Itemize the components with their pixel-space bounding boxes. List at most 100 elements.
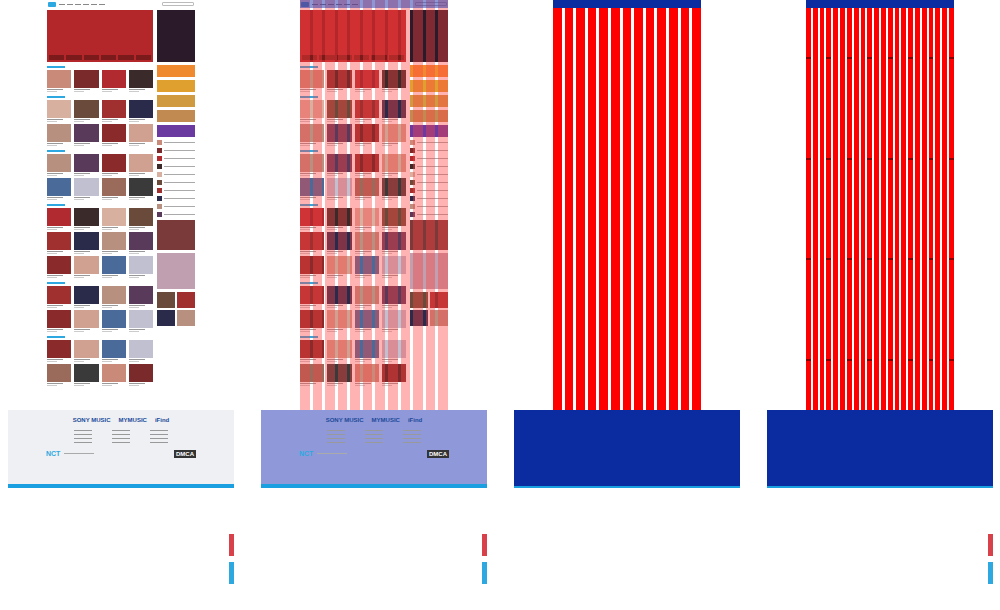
playlist-tile[interactable] (157, 125, 195, 137)
thumbnail[interactable] (102, 286, 126, 304)
thumbnail[interactable] (74, 124, 98, 142)
thumbnail[interactable] (47, 256, 71, 274)
thumbnail[interactable] (129, 310, 153, 328)
thumbnail[interactable] (74, 310, 98, 328)
section-heading (47, 336, 65, 338)
thumbnail[interactable] (102, 364, 126, 382)
thumbnail[interactable] (74, 208, 98, 226)
column-stripe (922, 8, 927, 410)
thumbnail[interactable] (47, 100, 71, 118)
thumbnail[interactable] (47, 364, 71, 382)
column-stripe (895, 8, 900, 410)
banner[interactable] (47, 10, 153, 62)
side-photo[interactable] (157, 220, 195, 250)
column-stripe (901, 8, 906, 410)
thumbnail[interactable] (129, 340, 153, 358)
thumbnail[interactable] (47, 232, 71, 250)
column-stripe (565, 8, 574, 410)
thumbnail[interactable] (102, 154, 126, 172)
thumbnail[interactable] (47, 124, 71, 142)
column-stripe (646, 8, 655, 410)
column-stripe (854, 8, 859, 410)
column-stripe (949, 8, 954, 410)
thumbnail[interactable] (129, 364, 153, 382)
thumbnail[interactable] (47, 178, 71, 196)
thumbnail[interactable] (129, 70, 153, 88)
partner-logo[interactable]: iFind (408, 416, 422, 424)
column-stripe (847, 8, 852, 410)
thumbnail[interactable] (129, 154, 153, 172)
partner-logo[interactable]: SONY MUSIC (326, 416, 364, 424)
brand-logo[interactable]: NCT (299, 449, 313, 458)
section (47, 96, 153, 146)
thumbnail[interactable] (102, 208, 126, 226)
thumbnail[interactable] (129, 208, 153, 226)
panel (514, 0, 740, 610)
partner-logo[interactable]: MYMUSIC (119, 416, 147, 424)
column-stripe (826, 8, 831, 410)
float-badge[interactable] (482, 562, 487, 584)
thumbnail[interactable] (102, 100, 126, 118)
thumbnail[interactable] (47, 310, 71, 328)
column-stripe (908, 8, 913, 410)
thumbnail[interactable] (47, 286, 71, 304)
column-stripe (888, 8, 893, 410)
float-badge[interactable] (229, 562, 234, 584)
side-banner[interactable] (157, 10, 195, 62)
column-stripe (867, 8, 872, 410)
thumbnail[interactable] (74, 340, 98, 358)
search-field[interactable] (162, 2, 194, 6)
thumbnail[interactable] (74, 256, 98, 274)
thumbnail[interactable] (74, 286, 98, 304)
thumbnail[interactable] (129, 100, 153, 118)
thumbnail[interactable] (74, 154, 98, 172)
partner-logo[interactable]: iFind (155, 416, 169, 424)
section-heading (47, 96, 65, 98)
playlist-tile[interactable] (157, 65, 195, 77)
side-photo[interactable] (157, 253, 195, 289)
thumbnail[interactable] (129, 286, 153, 304)
thumbnail[interactable] (47, 208, 71, 226)
thumbnail[interactable] (47, 154, 71, 172)
logo-icon[interactable] (48, 2, 56, 7)
playlist-tile[interactable] (157, 80, 195, 92)
thumbnail[interactable] (102, 70, 126, 88)
thumbnail[interactable] (129, 178, 153, 196)
section-heading (47, 150, 65, 152)
thumbnail[interactable] (102, 310, 126, 328)
thumbnail[interactable] (74, 100, 98, 118)
thumbnail[interactable] (102, 124, 126, 142)
partner-logo[interactable]: SONY MUSIC (73, 416, 111, 424)
thumbnail[interactable] (129, 232, 153, 250)
column-stripe (599, 8, 608, 410)
column-mask (553, 0, 701, 410)
column-stripe (576, 8, 585, 410)
thumbnail[interactable] (102, 232, 126, 250)
brand-logo[interactable]: NCT (46, 449, 60, 458)
panel: SONY MUSICMYMUSICiFindNCTDMCA (261, 0, 487, 610)
column-stripe (692, 8, 701, 410)
thumbnail[interactable] (102, 178, 126, 196)
float-badge[interactable] (988, 562, 993, 584)
thumbnail[interactable] (129, 124, 153, 142)
float-badge[interactable] (988, 534, 993, 556)
thumbnail[interactable] (102, 256, 126, 274)
section-heading (47, 66, 65, 68)
column-stripe (669, 8, 678, 410)
thumbnail[interactable] (74, 70, 98, 88)
thumbnail[interactable] (74, 364, 98, 382)
float-badge[interactable] (482, 534, 487, 556)
thumbnail[interactable] (129, 256, 153, 274)
thumbnail[interactable] (47, 70, 71, 88)
float-badge[interactable] (229, 534, 234, 556)
playlist-tile[interactable] (157, 110, 195, 122)
canvas: SONY MUSICMYMUSICiFindNCTDMCASONY MUSICM… (0, 0, 1000, 610)
column-stripe (657, 8, 666, 410)
column-stripe (634, 8, 643, 410)
partner-logo[interactable]: MYMUSIC (372, 416, 400, 424)
thumbnail[interactable] (47, 340, 71, 358)
thumbnail[interactable] (74, 178, 98, 196)
thumbnail[interactable] (74, 232, 98, 250)
thumbnail[interactable] (102, 340, 126, 358)
playlist-tile[interactable] (157, 95, 195, 107)
